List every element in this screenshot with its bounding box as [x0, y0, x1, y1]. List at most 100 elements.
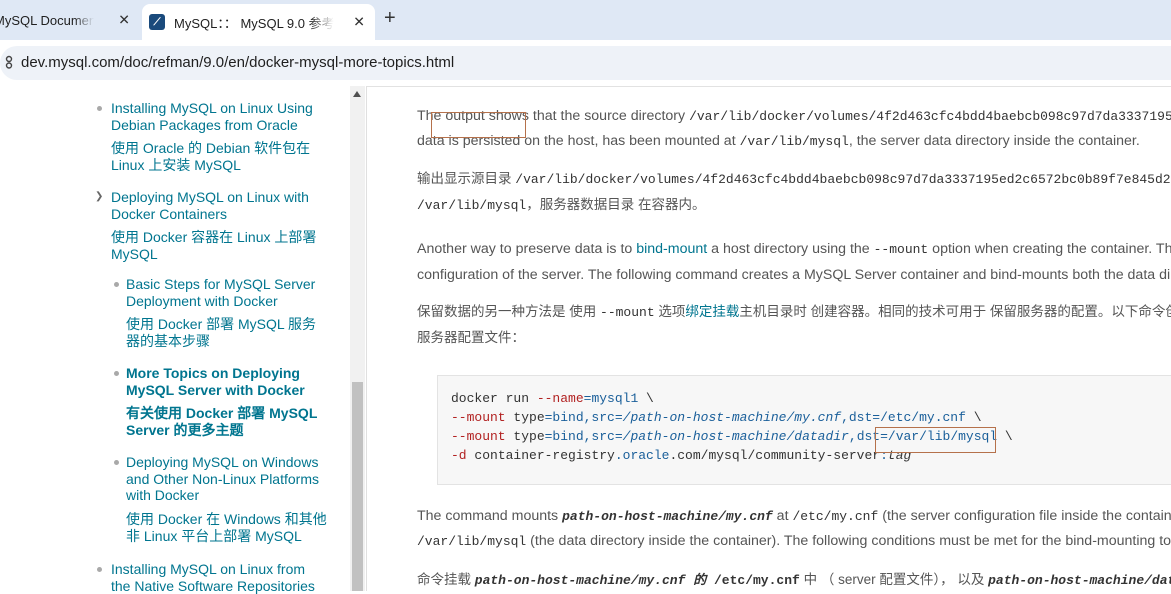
toc-item-debian-en[interactable]: Installing MySQL on Linux Using Debian P… — [111, 100, 321, 133]
url-text[interactable]: dev.mysql.com/doc/refman/9.0/en/docker-m… — [21, 54, 454, 71]
tab-mysql-reference[interactable]: ⟋ MySQL：： MySQL 9.0 参考手 ✕ — [142, 4, 375, 40]
code-token: \ — [638, 391, 654, 406]
code-line-2: --mount type=bind,src=/path-on-host-mach… — [451, 410, 982, 425]
close-tab-icon[interactable]: ✕ — [118, 12, 130, 29]
close-tab-icon[interactable]: ✕ — [353, 14, 365, 31]
paragraph-output-zh-line1: 输出显示源目录 /var/lib/docker/volumes/4f2d463c… — [417, 167, 1171, 187]
paragraph-mounts-en-line1: The command mounts path-on-host-machine/… — [417, 508, 1171, 524]
highlight-box-etc-mycnf — [431, 112, 526, 138]
main-content: The output shows that the source directo… — [367, 86, 1171, 591]
code-token: .oracle — [614, 448, 670, 463]
bullet-icon — [97, 106, 102, 111]
toc-item-windows-en[interactable]: Deploying MySQL on Windows and Other Non… — [126, 454, 331, 504]
inline-code: /var/lib/mysql — [417, 534, 527, 549]
inline-code: --mount — [873, 242, 929, 257]
code-token: ,dst= — [841, 410, 881, 425]
inline-code: /var/lib/docker/volumes/4f2d463cfc4bdd4b… — [689, 109, 1171, 124]
inline-code: path-on-host-machine/my.cnf 的 — [474, 573, 707, 588]
code-token: =mysql1 — [583, 391, 639, 406]
text: 中 （ server 配置文件）， 以及 — [799, 572, 989, 587]
code-token: \ — [997, 429, 1013, 444]
chevron-down-icon[interactable]: ❯ — [95, 191, 103, 202]
paragraph-bindmount-en-line1: Another way to preserve data is to bind-… — [417, 241, 1171, 257]
paragraph-output-en-line1: The output shows that the source directo… — [417, 108, 1171, 124]
code-token: container-registry — [466, 448, 615, 463]
bullet-icon — [114, 460, 119, 465]
code-token: /etc/my.cnf — [880, 410, 966, 425]
inline-code: /etc/my.cnf — [792, 509, 879, 524]
toc-item-windows-zh[interactable]: 使用 Docker 在 Windows 和其他非 Linux 平台上部署 MyS… — [126, 511, 331, 544]
scroll-up-icon[interactable] — [353, 91, 361, 97]
tab-title: MySQL：： MySQL 9.0 参考手 — [174, 15, 334, 31]
code-token: \ — [965, 410, 982, 425]
tab-mysql-documentation[interactable]: MySQL Documenta ✕ — [0, 0, 140, 40]
code-token: --name — [536, 391, 584, 406]
bullet-icon — [114, 371, 119, 376]
inline-code: /etc/my.cnf — [706, 573, 800, 588]
bind-mount-link[interactable]: bind-mount — [636, 241, 707, 257]
site-info-icon[interactable] — [4, 55, 14, 69]
text: 选项 — [654, 304, 686, 319]
inline-code: path-on-host-machine/datadir — [988, 573, 1171, 588]
code-token: docker run — [451, 391, 537, 406]
inline-code: path-on-host-machine/my.cnf — [562, 509, 773, 524]
text: 命令挂载 — [417, 572, 475, 587]
scrollbar-thumb[interactable] — [352, 382, 363, 591]
toc-item-native-repos-en[interactable]: Installing MySQL on Linux from the Nativ… — [111, 561, 326, 594]
bullet-icon — [97, 567, 102, 572]
toc-item-basic-steps-zh[interactable]: 使用 Docker 部署 MySQL 服务器的基本步骤 — [126, 316, 326, 349]
toc-item-more-topics-zh[interactable]: 有关使用 Docker 部署 MySQL Server 的更多主题 — [126, 405, 326, 438]
text: (the server configuration file inside th… — [882, 508, 1171, 524]
code-token: .com/mysql/community-server — [669, 448, 881, 463]
toc-item-docker-zh[interactable]: 使用 Docker 容器在 Linux 上部署 MySQL — [111, 229, 321, 262]
address-bar: dev.mysql.com/doc/refman/9.0/en/docker-m… — [0, 40, 1171, 87]
text: , the server data directory inside the c… — [848, 133, 1140, 149]
text: at — [772, 508, 793, 524]
code-line-4: -d container-registry.oracle.com/mysql/c… — [451, 448, 911, 463]
inline-code: --mount — [600, 305, 655, 320]
paragraph-mounts-en-line2: /var/lib/mysql (the data directory insid… — [417, 533, 1171, 549]
url-field[interactable]: dev.mysql.com/doc/refman/9.0/en/docker-m… — [0, 46, 1171, 80]
new-tab-button[interactable]: + — [384, 7, 396, 30]
text: 主机目录时 创建容器。相同的技术可用于 保留服务器的配置。以下命令创建一个 My… — [739, 304, 1171, 319]
text: option when creating the container. The … — [932, 241, 1171, 257]
tab-title: MySQL Documenta — [0, 12, 94, 28]
code-token: type — [505, 410, 545, 425]
sidebar-scrollbar[interactable] — [350, 86, 365, 591]
toc-sidebar: Installing MySQL on Linux Using Debian P… — [0, 86, 367, 594]
toc-item-debian-zh[interactable]: 使用 Oracle 的 Debian 软件包在 Linux 上安装 MySQL — [111, 140, 321, 173]
text: 保留数据的另一种方法是 使用 — [417, 304, 601, 319]
code-token: type — [505, 429, 545, 444]
inline-code: /var/lib/mysql — [739, 134, 849, 149]
toc-item-docker-en[interactable]: Deploying MySQL on Linux with Docker Con… — [111, 189, 321, 222]
code-token: =bind,src= — [544, 429, 623, 444]
paragraph-output-zh-line2: /var/lib/mysql，服务器数据目录 在容器内。 — [417, 193, 705, 213]
text: 输出显示源目录 — [417, 171, 516, 186]
code-block[interactable]: docker run --name=mysql1 \ --mount type=… — [431, 112, 1171, 485]
text: (the data directory inside the container… — [526, 533, 1171, 549]
paragraph-bindmount-zh-line2: 服务器配置文件： — [417, 330, 525, 345]
bind-mount-link-zh[interactable]: 绑定挂载 — [685, 304, 739, 319]
mysql-favicon-icon: ⟋ — [149, 14, 165, 30]
text: Another way to preserve data is to — [417, 241, 637, 257]
toc-item-more-topics-en[interactable]: More Topics on Deploying MySQL Server wi… — [126, 365, 331, 398]
code-token: /path-on-host-machine/datadir — [622, 429, 849, 444]
code-token: -d — [451, 448, 467, 463]
inline-code: /var/lib/mysql — [417, 198, 527, 213]
inline-code: /var/lib/docker/volumes/4f2d463cfc4bdd4b… — [515, 172, 1171, 187]
code-token: /path-on-host-machine/my.cnf — [622, 410, 842, 425]
code-token: =bind,src= — [544, 410, 623, 425]
paragraph-bindmount-en-line2: configuration of the server. The followi… — [417, 267, 1171, 283]
text: ，服务器数据目录 在容器内。 — [526, 197, 706, 212]
code-line-1: docker run --name=mysql1 \ — [451, 391, 654, 406]
code-token: --mount — [451, 410, 506, 425]
highlight-box-var-lib-mysql — [875, 427, 996, 453]
text: a host directory using the — [707, 241, 874, 257]
bullet-icon — [114, 282, 119, 287]
tab-bar: MySQL Documenta ✕ ⟋ MySQL：： MySQL 9.0 参考… — [0, 0, 1171, 40]
paragraph-mounts-zh-line1: 命令挂载 path-on-host-machine/my.cnf 的 /etc/… — [417, 568, 1171, 588]
paragraph-bindmount-zh-line1: 保留数据的另一种方法是 使用 --mount 选项绑定挂载主机目录时 创建容器。… — [417, 300, 1171, 320]
text: The command mounts — [417, 508, 563, 524]
toc-item-basic-steps-en[interactable]: Basic Steps for MySQL Server Deployment … — [126, 276, 326, 309]
code-token: --mount — [451, 429, 506, 444]
